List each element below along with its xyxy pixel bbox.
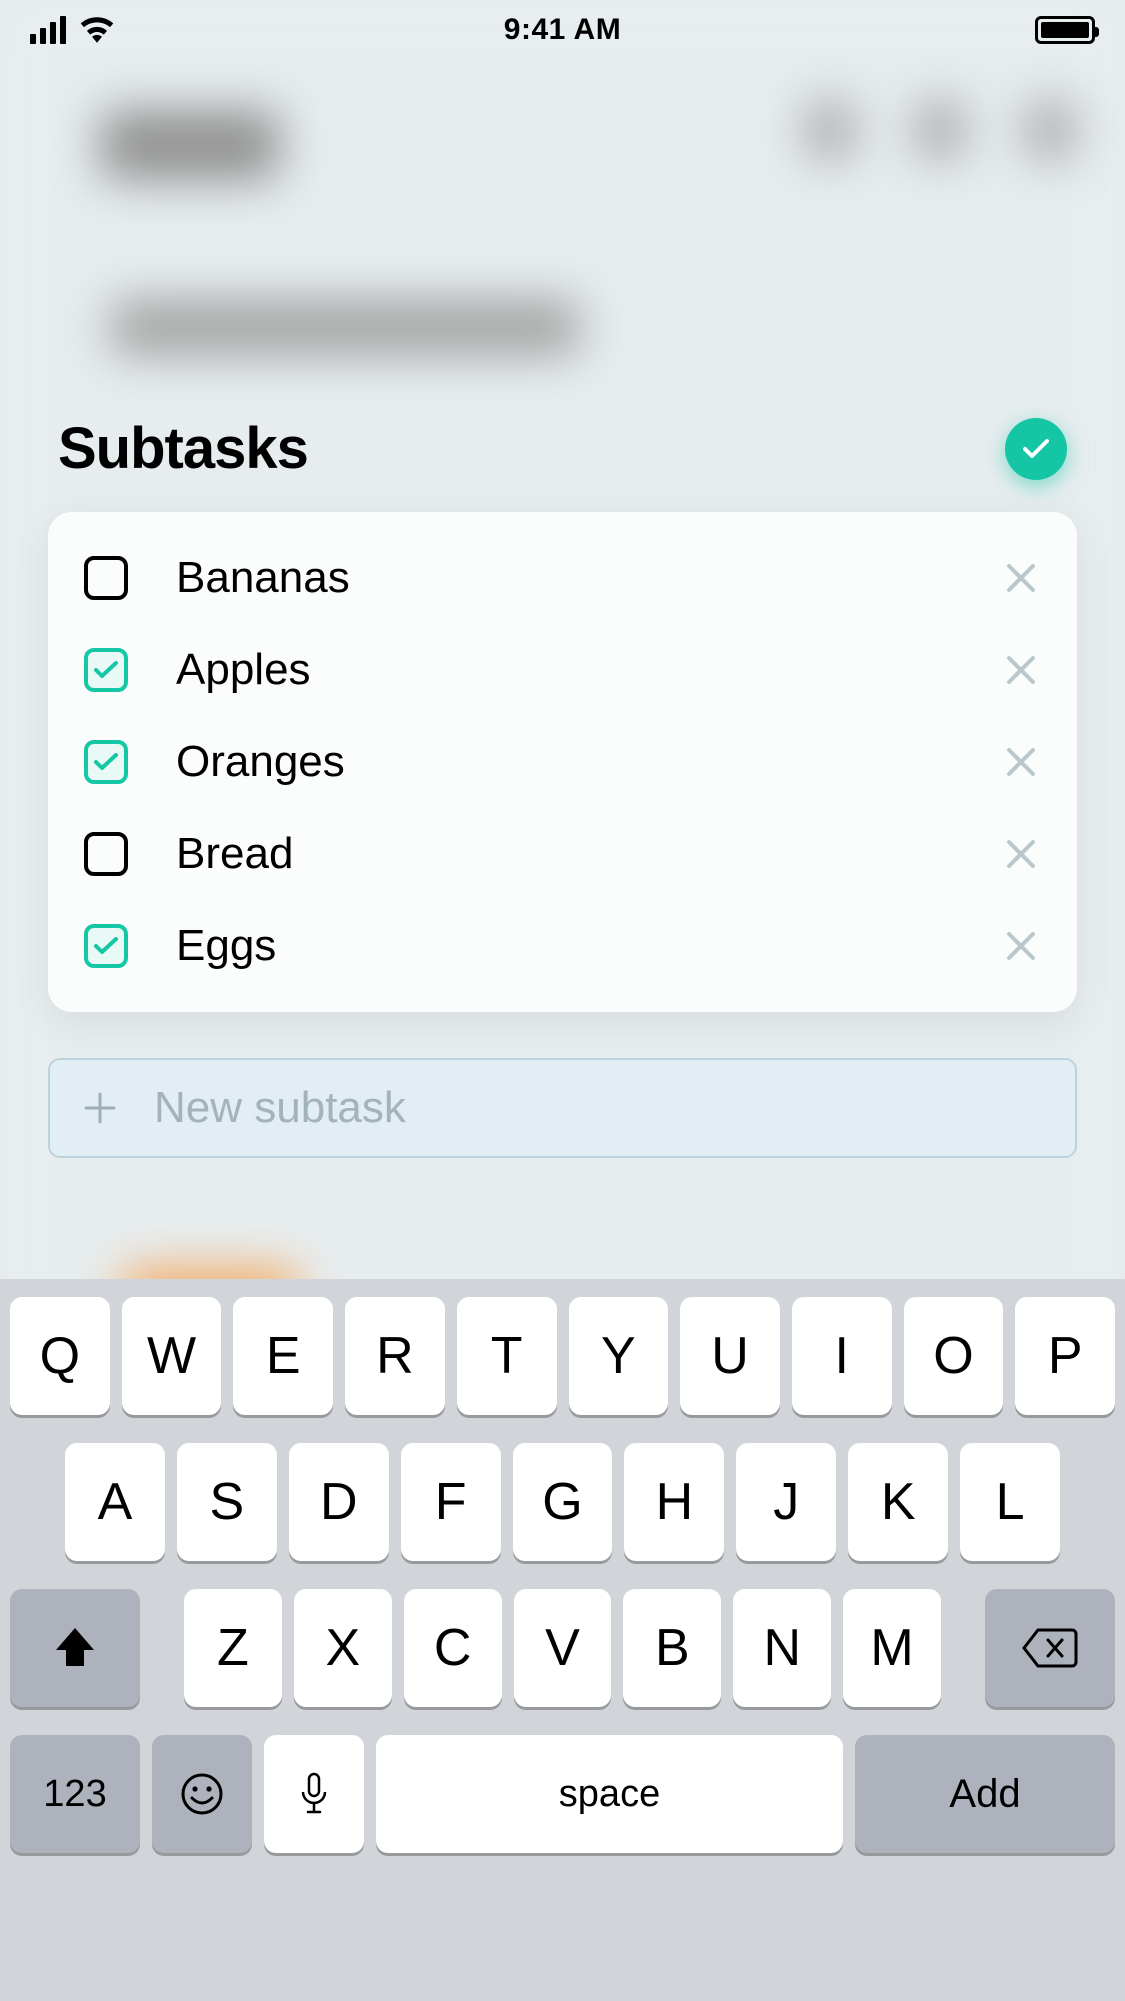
new-subtask-row[interactable] bbox=[48, 1058, 1077, 1158]
return-key[interactable]: Add bbox=[855, 1735, 1115, 1853]
close-icon bbox=[1004, 653, 1038, 687]
key-m[interactable]: M bbox=[843, 1589, 941, 1707]
subtasks-card: Bananas Apples Oranges Bread Eggs bbox=[48, 512, 1077, 1012]
check-icon bbox=[1023, 439, 1049, 459]
key-t[interactable]: T bbox=[457, 1297, 557, 1415]
subtask-checkbox[interactable] bbox=[84, 740, 128, 784]
key-u[interactable]: U bbox=[680, 1297, 780, 1415]
emoji-key[interactable] bbox=[152, 1735, 252, 1853]
space-key[interactable]: space bbox=[376, 1735, 843, 1853]
done-button[interactable] bbox=[1005, 418, 1067, 480]
check-icon bbox=[93, 936, 119, 956]
remove-subtask-button[interactable] bbox=[1001, 742, 1041, 782]
backspace-key[interactable] bbox=[985, 1589, 1115, 1707]
new-subtask-input[interactable] bbox=[120, 1083, 1045, 1133]
plus-icon bbox=[80, 1091, 120, 1125]
keyboard: QWERTYUIOP ASDFGHJKL ZXCVBNM 123 bbox=[0, 1279, 1125, 2001]
key-l[interactable]: L bbox=[960, 1443, 1060, 1561]
shift-key[interactable] bbox=[10, 1589, 140, 1707]
key-f[interactable]: F bbox=[401, 1443, 501, 1561]
close-icon bbox=[1004, 837, 1038, 871]
subtask-label: Bread bbox=[128, 829, 1001, 879]
key-q[interactable]: Q bbox=[10, 1297, 110, 1415]
key-s[interactable]: S bbox=[177, 1443, 277, 1561]
battery-icon bbox=[1035, 16, 1095, 44]
subtask-row: Apples bbox=[84, 624, 1041, 716]
subtask-checkbox[interactable] bbox=[84, 648, 128, 692]
close-icon bbox=[1004, 745, 1038, 779]
key-c[interactable]: C bbox=[404, 1589, 502, 1707]
status-right bbox=[1035, 16, 1095, 44]
key-h[interactable]: H bbox=[624, 1443, 724, 1561]
key-y[interactable]: Y bbox=[569, 1297, 669, 1415]
remove-subtask-button[interactable] bbox=[1001, 834, 1041, 874]
mic-icon bbox=[299, 1772, 329, 1816]
subtask-row: Oranges bbox=[84, 716, 1041, 808]
key-a[interactable]: A bbox=[65, 1443, 165, 1561]
wifi-icon bbox=[80, 17, 114, 43]
subtask-checkbox[interactable] bbox=[84, 924, 128, 968]
remove-subtask-button[interactable] bbox=[1001, 650, 1041, 690]
subtask-label: Oranges bbox=[128, 737, 1001, 787]
check-icon bbox=[93, 752, 119, 772]
key-r[interactable]: R bbox=[345, 1297, 445, 1415]
emoji-icon bbox=[180, 1772, 224, 1816]
key-k[interactable]: K bbox=[848, 1443, 948, 1561]
dictation-key[interactable] bbox=[264, 1735, 364, 1853]
key-n[interactable]: N bbox=[733, 1589, 831, 1707]
key-g[interactable]: G bbox=[513, 1443, 613, 1561]
key-w[interactable]: W bbox=[122, 1297, 222, 1415]
subtask-row: Bread bbox=[84, 808, 1041, 900]
subtask-label: Apples bbox=[128, 645, 1001, 695]
subtasks-section: Subtasks Bananas Apples Oranges Bread Eggs bbox=[0, 415, 1125, 1158]
subtask-row: Eggs bbox=[84, 900, 1041, 992]
subtask-label: Bananas bbox=[128, 553, 1001, 603]
subtask-row: Bananas bbox=[84, 532, 1041, 624]
section-header: Subtasks bbox=[48, 415, 1077, 512]
status-bar: 9:41 AM bbox=[0, 0, 1125, 60]
backspace-icon bbox=[1022, 1628, 1078, 1668]
cellular-signal-icon bbox=[30, 16, 66, 44]
check-icon bbox=[93, 660, 119, 680]
close-icon bbox=[1004, 561, 1038, 595]
status-time: 9:41 AM bbox=[504, 13, 621, 47]
key-p[interactable]: P bbox=[1015, 1297, 1115, 1415]
subtask-label: Eggs bbox=[128, 921, 1001, 971]
shift-icon bbox=[52, 1626, 98, 1670]
key-o[interactable]: O bbox=[904, 1297, 1004, 1415]
status-left bbox=[30, 16, 114, 44]
remove-subtask-button[interactable] bbox=[1001, 558, 1041, 598]
key-i[interactable]: I bbox=[792, 1297, 892, 1415]
numeric-key[interactable]: 123 bbox=[10, 1735, 140, 1853]
section-title: Subtasks bbox=[58, 415, 308, 482]
key-j[interactable]: J bbox=[736, 1443, 836, 1561]
close-icon bbox=[1004, 929, 1038, 963]
key-e[interactable]: E bbox=[233, 1297, 333, 1415]
subtask-checkbox[interactable] bbox=[84, 832, 128, 876]
key-b[interactable]: B bbox=[623, 1589, 721, 1707]
key-d[interactable]: D bbox=[289, 1443, 389, 1561]
key-z[interactable]: Z bbox=[184, 1589, 282, 1707]
key-x[interactable]: X bbox=[294, 1589, 392, 1707]
key-v[interactable]: V bbox=[514, 1589, 612, 1707]
remove-subtask-button[interactable] bbox=[1001, 926, 1041, 966]
subtask-checkbox[interactable] bbox=[84, 556, 128, 600]
